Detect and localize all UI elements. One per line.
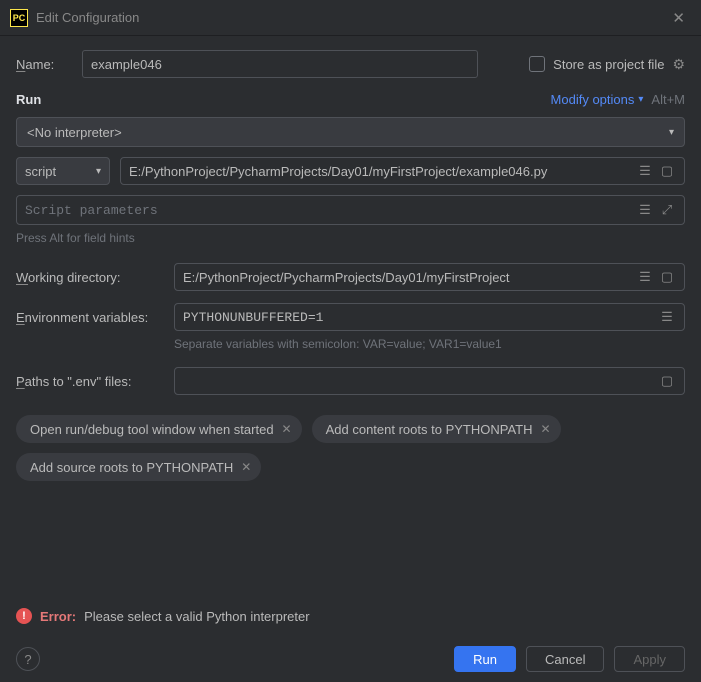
chip-label: Add source roots to PYTHONPATH (30, 460, 233, 475)
titlebar: PC Edit Configuration ✕ (0, 0, 701, 36)
envfiles-label: Paths to ".env" files: (16, 374, 162, 389)
modify-options-link[interactable]: Modify options ▾ (551, 92, 644, 107)
cancel-button[interactable]: Cancel (526, 646, 604, 672)
script-type-dropdown[interactable]: script ▾ (16, 157, 110, 185)
workdir-input[interactable]: E:/PythonProject/PycharmProjects/Day01/m… (174, 263, 685, 291)
close-icon[interactable]: ✕ (666, 5, 691, 31)
error-text: Please select a valid Python interpreter (84, 609, 309, 624)
list-icon[interactable]: ☰ (656, 306, 678, 328)
list-icon[interactable]: ☰ (634, 199, 656, 221)
error-message: ! Error: Please select a valid Python in… (16, 608, 310, 624)
window-title: Edit Configuration (36, 10, 666, 25)
envfiles-input[interactable]: ▢ (174, 367, 685, 395)
name-input[interactable] (82, 50, 478, 78)
working-directory-row: Working directory: E:/PythonProject/Pych… (16, 263, 685, 291)
modify-label: Modify options (551, 92, 635, 107)
name-label: Name: (16, 57, 72, 72)
interpreter-dropdown[interactable]: <No interpreter> ▾ (16, 117, 685, 147)
script-type-label: script (25, 164, 96, 179)
run-button[interactable]: Run (454, 646, 516, 672)
chip-label: Add content roots to PYTHONPATH (326, 422, 533, 437)
chip-open-tool-window: Open run/debug tool window when started … (16, 415, 302, 443)
error-icon: ! (16, 608, 32, 624)
gear-icon[interactable]: ⚙ (672, 56, 685, 73)
chip-add-source-roots: Add source roots to PYTHONPATH ✕ (16, 453, 261, 481)
workdir-label: Working directory: (16, 270, 162, 285)
workdir-value: E:/PythonProject/PycharmProjects/Day01/m… (183, 270, 634, 285)
checkbox-icon[interactable] (529, 56, 545, 72)
expand-icon[interactable]: ⤢ (656, 199, 678, 221)
interpreter-value: <No interpreter> (27, 125, 669, 140)
dialog-footer: ? Run Cancel Apply (0, 636, 701, 682)
envvars-input[interactable]: PYTHONUNBUFFERED=1 ☰ (174, 303, 685, 331)
chevron-down-icon: ▾ (669, 127, 674, 138)
envvars-value: PYTHONUNBUFFERED=1 (183, 310, 656, 325)
modify-shortcut: Alt+M (651, 92, 685, 107)
folder-icon[interactable]: ▢ (656, 160, 678, 182)
close-icon[interactable]: ✕ (541, 422, 551, 436)
envvars-hint: Separate variables with semicolon: VAR=v… (174, 337, 685, 351)
list-icon[interactable]: ☰ (634, 266, 656, 288)
dialog-content: Name: Store as project file ⚙ Run Modify… (0, 36, 701, 495)
close-icon[interactable]: ✕ (241, 460, 251, 474)
chip-label: Open run/debug tool window when started (30, 422, 274, 437)
envvars-label: Environment variables: (16, 310, 162, 325)
run-section-header: Run Modify options ▾ Alt+M (16, 92, 685, 107)
section-title: Run (16, 92, 41, 107)
folder-icon[interactable]: ▢ (656, 370, 678, 392)
app-logo-icon: PC (10, 9, 28, 27)
chevron-down-icon: ▾ (638, 94, 643, 105)
script-path-value: E:/PythonProject/PycharmProjects/Day01/m… (129, 164, 634, 179)
env-files-row: Paths to ".env" files: ▢ (16, 367, 685, 395)
script-parameters-input[interactable]: Script parameters ☰ ⤢ (16, 195, 685, 225)
name-row: Name: Store as project file ⚙ (16, 50, 685, 78)
apply-button[interactable]: Apply (614, 646, 685, 672)
help-button[interactable]: ? (16, 647, 40, 671)
store-as-project-file[interactable]: Store as project file ⚙ (529, 56, 685, 73)
script-path-input[interactable]: E:/PythonProject/PycharmProjects/Day01/m… (120, 157, 685, 185)
close-icon[interactable]: ✕ (282, 422, 292, 436)
field-hints-text: Press Alt for field hints (16, 231, 685, 245)
folder-icon[interactable]: ▢ (656, 266, 678, 288)
chevron-down-icon: ▾ (96, 166, 101, 177)
error-label: Error: (40, 609, 76, 624)
list-icon[interactable]: ☰ (634, 160, 656, 182)
env-vars-row: Environment variables: PYTHONUNBUFFERED=… (16, 303, 685, 331)
chip-add-content-roots: Add content roots to PYTHONPATH ✕ (312, 415, 561, 443)
params-placeholder: Script parameters (25, 203, 634, 218)
script-row: script ▾ E:/PythonProject/PycharmProject… (16, 157, 685, 185)
option-chips: Open run/debug tool window when started … (16, 415, 685, 481)
store-label: Store as project file (553, 57, 664, 72)
